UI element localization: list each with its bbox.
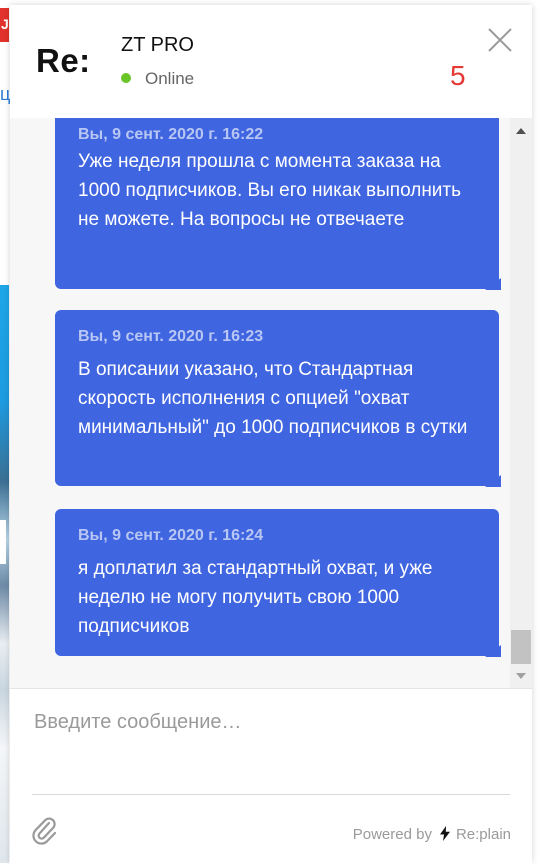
background-tab-letter: J bbox=[1, 16, 9, 32]
online-status-dot bbox=[121, 73, 131, 83]
brand-name: Re:plain bbox=[455, 826, 511, 843]
scrollbar-thumb[interactable] bbox=[511, 630, 531, 664]
powered-by[interactable]: Powered by Re:plain bbox=[353, 826, 511, 843]
scroll-up-arrow-icon[interactable] bbox=[516, 128, 526, 134]
message-text: я доплатил за стандартный охват, и уже н… bbox=[78, 558, 433, 637]
bubble-tail bbox=[485, 645, 501, 657]
message-bubble: Вы, 9 сент. 2020 г. 16:23 В описании ука… bbox=[55, 310, 501, 487]
background-link[interactable]: ц bbox=[0, 84, 10, 105]
background-page: J ц bbox=[0, 0, 10, 863]
chat-title: ZT PRO bbox=[121, 34, 194, 56]
message-list[interactable]: Вы, 9 сент. 2020 г. 16:22 Уже неделя про… bbox=[10, 118, 510, 690]
powered-by-label: Powered by bbox=[352, 826, 432, 843]
message-timestamp: Вы, 9 сент. 2020 г. 16:23 bbox=[78, 328, 264, 345]
online-status-text: Online bbox=[145, 69, 195, 88]
background-image-mark bbox=[0, 520, 6, 564]
bubble-tail bbox=[485, 475, 501, 487]
annotation-badge: 5 bbox=[450, 60, 466, 91]
bubble-tail bbox=[485, 278, 501, 290]
background-tab: J bbox=[0, 8, 9, 42]
message-input[interactable] bbox=[32, 709, 506, 773]
message-bubble: Вы, 9 сент. 2020 г. 16:22 Уже неделя про… bbox=[55, 118, 501, 290]
close-icon[interactable] bbox=[487, 27, 513, 53]
replain-logo: Re: bbox=[36, 42, 91, 79]
message-composer: Powered by Re:plain bbox=[10, 688, 532, 864]
paperclip-icon[interactable] bbox=[30, 814, 58, 846]
chat-header: Re: ZT PRO Online 5 bbox=[10, 5, 532, 118]
message-bubble: Вы, 9 сент. 2020 г. 16:24 я доплатил за … bbox=[55, 509, 501, 657]
message-scrollbar[interactable] bbox=[510, 118, 532, 690]
chat-widget: Re: ZT PRO Online 5 Вы, 9 сент. 2020 г. … bbox=[10, 5, 532, 864]
scroll-down-arrow-icon[interactable] bbox=[516, 673, 526, 679]
message-timestamp: Вы, 9 сент. 2020 г. 16:22 bbox=[78, 126, 264, 143]
background-image bbox=[0, 285, 9, 863]
lightning-icon bbox=[439, 826, 450, 841]
message-text: Уже неделя прошла с момента заказа на 10… bbox=[78, 151, 462, 230]
message-text: В описании указано, что Стандартная скор… bbox=[78, 359, 468, 438]
message-timestamp: Вы, 9 сент. 2020 г. 16:24 bbox=[78, 527, 264, 544]
composer-divider bbox=[32, 794, 510, 795]
